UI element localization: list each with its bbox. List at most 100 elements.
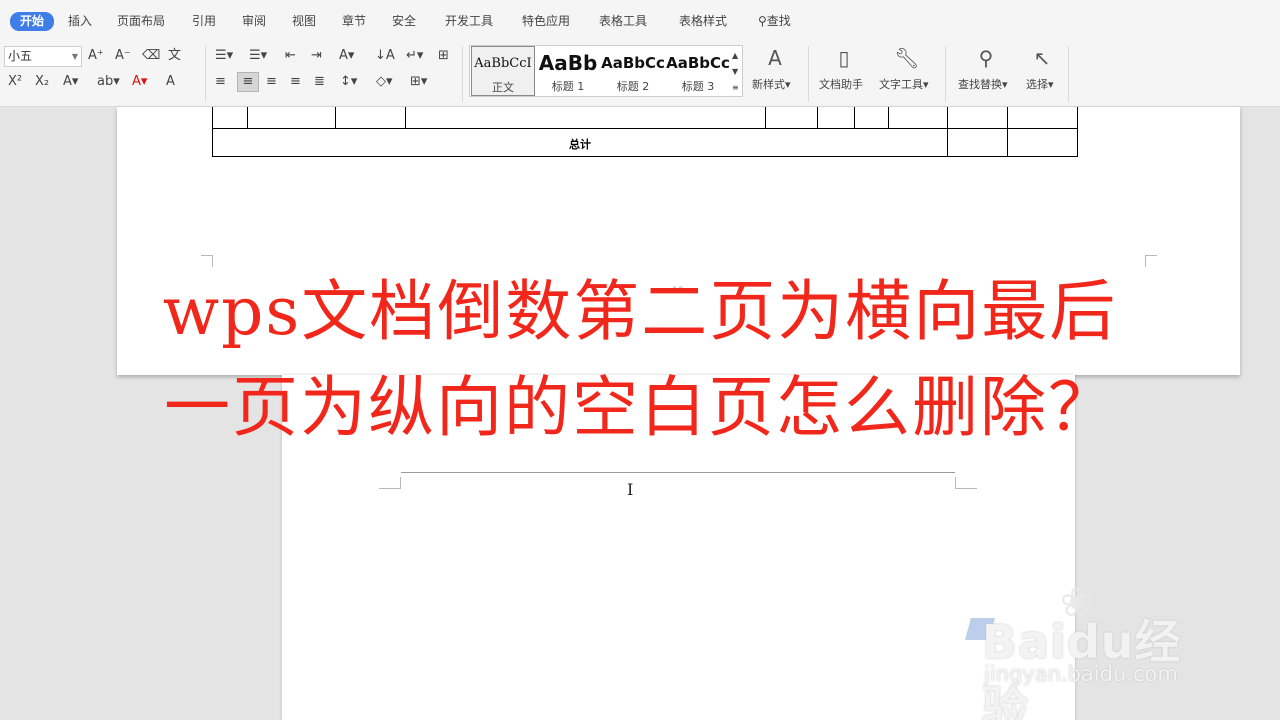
tab-table-style[interactable]: 表格样式	[679, 13, 727, 29]
select-pointer-icon[interactable]: ↖	[1028, 46, 1056, 70]
search-label: 查找	[766, 14, 791, 28]
font-size-value: 小五	[8, 49, 33, 63]
distributed-icon[interactable]: ≣	[314, 74, 325, 90]
table-cell-divider	[888, 107, 889, 128]
select-button[interactable]: 选择▾	[1026, 76, 1054, 92]
style-heading-2[interactable]: AaBbCc 标题 2	[601, 46, 665, 96]
grow-font-icon[interactable]: A⁺	[88, 48, 104, 64]
tab-home[interactable]: 开始	[10, 12, 55, 31]
table-row-divider	[212, 128, 1078, 129]
crop-mark	[379, 477, 401, 489]
shrink-font-icon[interactable]: A⁻	[115, 48, 131, 64]
gallery-scroll-down-icon[interactable]: ▼	[732, 64, 738, 80]
style-gallery: AaBbCcI 正文 AaBb 标题 1 AaBbCc 标题 2 AaBbCc …	[469, 45, 743, 97]
overlay-title-line-2: 一页为纵向的空白页怎么删除？	[164, 369, 1116, 446]
style-normal-preview: AaBbCcI	[474, 56, 532, 71]
text-tools-label: 文字工具	[879, 78, 923, 91]
table-cell-divider	[247, 107, 248, 128]
toolbar-divider	[808, 46, 809, 102]
decrease-indent-icon[interactable]: ⇤	[285, 48, 296, 64]
tab-table-tools[interactable]: 表格工具	[599, 13, 647, 29]
highlight-icon[interactable]: ab▾	[97, 74, 120, 90]
toolbar-divider	[462, 46, 463, 102]
style-heading-3-name: 标题 3	[681, 80, 715, 93]
table-cell-divider	[405, 107, 406, 128]
find-replace-button[interactable]: 查找替换▾	[958, 76, 1008, 92]
style-heading-1[interactable]: AaBb 标题 1	[536, 46, 600, 96]
increase-indent-icon[interactable]: ⇥	[311, 48, 322, 64]
style-heading-3-preview: AaBbCc	[666, 54, 730, 72]
align-center-icon[interactable]: ≡	[237, 72, 259, 92]
overlay-title-line-1: wps文档倒数第二页为横向最后	[162, 273, 1118, 350]
toolbar-divider	[1068, 46, 1069, 102]
subscript-icon[interactable]: X₂	[35, 74, 49, 90]
style-normal[interactable]: AaBbCcI 正文	[471, 46, 535, 96]
tab-page-layout[interactable]: 页面布局	[117, 13, 165, 29]
font-color-icon[interactable]: A▾	[132, 74, 147, 90]
chevron-down-icon: ▼	[71, 52, 78, 61]
tab-developer-tools[interactable]: 开发工具	[445, 13, 493, 29]
numbered-list-icon[interactable]: ☰▾	[249, 48, 267, 64]
table-cell-divider	[335, 107, 336, 128]
toolbar-divider	[205, 46, 206, 102]
clear-format-icon[interactable]: ⌫	[142, 48, 160, 64]
align-right-icon[interactable]: ≡	[266, 74, 277, 90]
tab-review[interactable]: 审阅	[242, 13, 266, 29]
text-tools-button[interactable]: 文字工具▾	[879, 76, 929, 92]
phonetic-guide-icon[interactable]: 文	[168, 48, 181, 64]
tab-section[interactable]: 章节	[342, 13, 366, 29]
document-table[interactable]	[212, 107, 1078, 157]
show-marks-icon[interactable]: ↵▾	[406, 48, 423, 64]
crop-mark	[1145, 255, 1157, 267]
sort-icon[interactable]: ↓A	[375, 48, 395, 64]
gallery-expand-icon[interactable]: ≡	[732, 80, 739, 96]
tab-insert[interactable]: 插入	[68, 13, 92, 29]
tab-security[interactable]: 安全	[392, 13, 416, 29]
select-label: 选择	[1026, 78, 1048, 91]
toolbar-divider	[945, 46, 946, 102]
table-cell-divider	[947, 107, 948, 157]
doc-assistant-button[interactable]: 文档助手	[819, 76, 863, 92]
style-heading-2-name: 标题 2	[616, 80, 650, 93]
header-line	[401, 472, 955, 473]
style-normal-name: 正文	[492, 81, 514, 94]
wrench-icon[interactable]: 🔧︎	[893, 46, 921, 70]
tab-special-apps[interactable]: 特色应用	[522, 13, 570, 29]
tab-view[interactable]: 视图	[292, 13, 316, 29]
watermark-url: jingyan.baidu.com	[984, 662, 1178, 686]
borders-icon[interactable]: ⊞▾	[410, 74, 427, 90]
search-icon: ⚲	[758, 14, 767, 28]
table-cell-divider	[854, 107, 855, 128]
new-style-label: 新样式	[752, 78, 785, 91]
style-heading-2-preview: AaBbCc	[601, 54, 665, 72]
bullet-list-icon[interactable]: ☰▾	[215, 48, 233, 64]
ribbon-toolbar: 小五 ▼ A⁺ A⁻ ⌫ 文 X² X₂ A▾ ab▾ A▾ A ☰▾ ☰▾ ⇤ …	[0, 42, 1280, 107]
table-total-cell[interactable]: 总计	[552, 136, 608, 152]
ribbon-tab-bar: 开始 插入 页面布局 引用 审阅 视图 章节 安全 开发工具 特色应用 表格工具…	[0, 0, 1280, 42]
new-style-button[interactable]: 新样式▾	[752, 76, 791, 92]
baidu-watermark: ❀ Baidu经验 jingyan.baidu.com	[965, 580, 1218, 720]
style-heading-3[interactable]: AaBbCc 标题 3	[666, 46, 730, 96]
superscript-icon[interactable]: X²	[8, 74, 22, 90]
magnifier-icon[interactable]: ⚲	[972, 46, 1000, 70]
table-border-icon[interactable]: ⊞	[438, 48, 449, 64]
line-spacing-icon[interactable]: ↕▾	[340, 74, 357, 90]
find-replace-label: 查找替换	[958, 78, 1002, 91]
style-heading-1-name: 标题 1	[551, 80, 585, 93]
table-cell-divider	[817, 107, 818, 128]
align-left-icon[interactable]: ≡	[215, 74, 226, 90]
new-style-icon[interactable]: A	[761, 46, 789, 70]
style-heading-1-preview: AaBb	[538, 51, 598, 75]
justify-icon[interactable]: ≡	[290, 74, 301, 90]
crop-mark	[201, 255, 213, 267]
text-effect-icon[interactable]: A▾	[63, 74, 78, 90]
table-cell-divider	[1007, 107, 1008, 157]
search-tab[interactable]: ⚲查找	[758, 13, 791, 29]
text-direction-icon[interactable]: A▾	[339, 48, 354, 64]
shading-icon[interactable]: ◇▾	[376, 74, 393, 90]
char-shading-icon[interactable]: A	[166, 74, 175, 90]
gallery-scroll-up-icon[interactable]: ▲	[732, 48, 738, 64]
font-size-select[interactable]: 小五 ▼	[4, 46, 82, 67]
tab-references[interactable]: 引用	[192, 13, 216, 29]
doc-assistant-icon[interactable]: ▯	[830, 46, 858, 70]
